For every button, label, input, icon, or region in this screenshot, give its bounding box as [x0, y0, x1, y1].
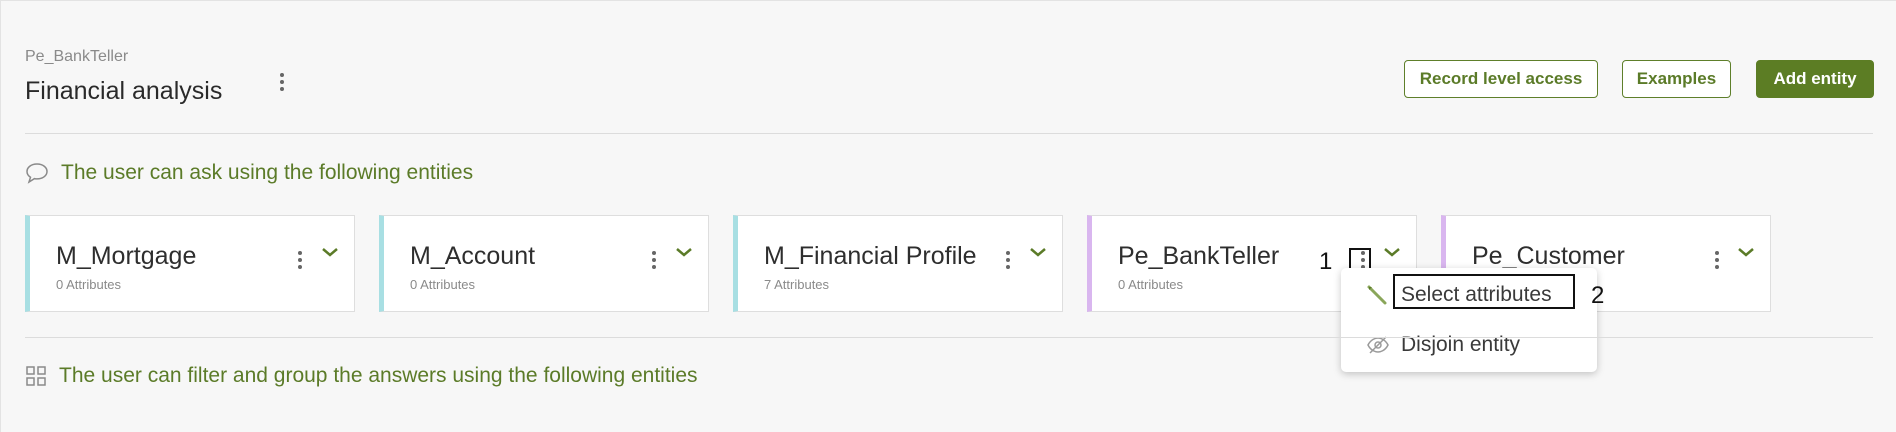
examples-button[interactable]: Examples	[1622, 60, 1731, 98]
annotation-highlight-select	[1393, 274, 1575, 309]
record-level-access-button[interactable]: Record level access	[1404, 60, 1598, 98]
filter-section-label: The user can filter and group the answer…	[59, 364, 698, 387]
entity-attribute-count: 0 Attributes	[410, 277, 476, 292]
entity-attribute-count: 0 Attributes	[1118, 277, 1184, 292]
entity-more-options-icon[interactable]	[292, 249, 308, 271]
chevron-down-icon[interactable]	[674, 245, 694, 259]
ask-section-heading: The user can ask using the following ent…	[25, 161, 473, 185]
entity-name: M_Financial Profile	[764, 242, 977, 270]
annotation-step-2: 2	[1591, 282, 1605, 309]
chevron-down-icon[interactable]	[1736, 245, 1756, 259]
header-divider	[25, 133, 1873, 134]
entity-more-options-icon[interactable]	[1709, 249, 1725, 271]
entity-card-m-mortgage[interactable]: M_Mortgage 0 Attributes	[25, 215, 355, 312]
entity-name: Pe_BankTeller	[1118, 242, 1280, 270]
entity-attribute-count: 7 Attributes	[764, 277, 830, 292]
section-divider	[25, 337, 1873, 338]
page-title: Financial analysis	[25, 77, 223, 105]
entity-more-options-icon[interactable]	[1000, 249, 1016, 271]
speech-bubble-icon	[26, 163, 48, 184]
entity-name: M_Mortgage	[56, 242, 197, 270]
filter-section-heading: The user can filter and group the answer…	[25, 364, 698, 388]
add-entity-button[interactable]: Add entity	[1756, 60, 1874, 98]
breadcrumb: Pe_BankTeller	[25, 48, 129, 65]
entity-card-m-financial-profile[interactable]: M_Financial Profile 7 Attributes	[733, 215, 1063, 312]
ask-section-label: The user can ask using the following ent…	[61, 161, 474, 184]
chevron-down-icon[interactable]	[1028, 245, 1048, 259]
entity-attribute-count: 0 Attributes	[56, 277, 122, 292]
chevron-down-icon[interactable]	[320, 245, 340, 259]
entity-name: M_Account	[410, 242, 536, 270]
annotation-step-1: 1	[1319, 248, 1333, 275]
title-more-options-icon[interactable]	[274, 71, 290, 93]
entity-more-options-icon[interactable]	[646, 249, 662, 271]
chevron-down-icon[interactable]	[1382, 245, 1402, 259]
entity-card-m-account[interactable]: M_Account 0 Attributes	[379, 215, 709, 312]
grid-icon	[26, 366, 46, 386]
pencil-icon	[1367, 285, 1387, 305]
eye-slash-icon	[1367, 336, 1389, 354]
entity-name: Pe_Customer	[1472, 242, 1625, 270]
entity-context-menu: Select attributes Disjoin entity	[1341, 268, 1597, 372]
menu-item-disjoin-entity[interactable]: Disjoin entity	[1341, 323, 1597, 367]
